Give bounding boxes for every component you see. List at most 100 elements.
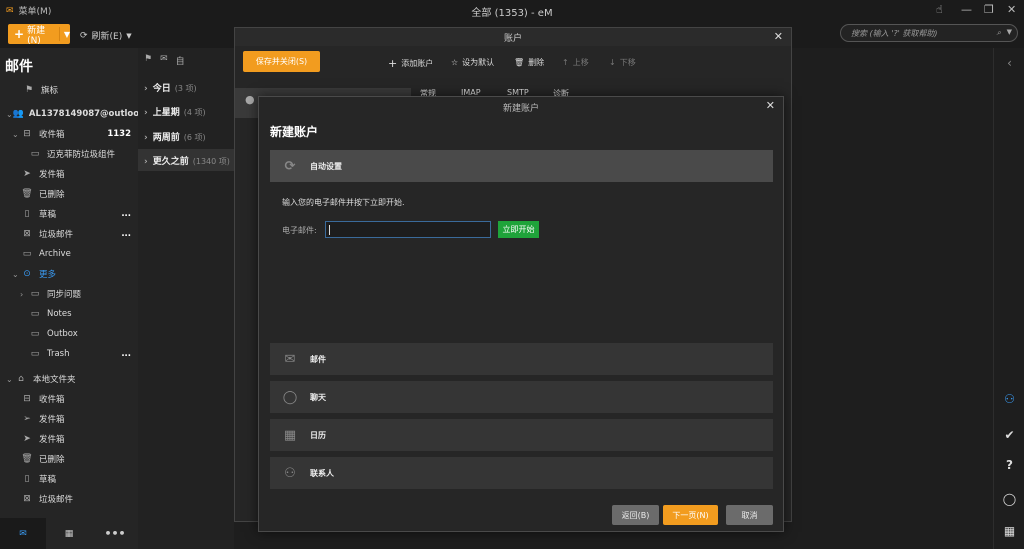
sidebar-item-drafts[interactable]: ▯ 草稿 ... xyxy=(0,204,138,224)
more-options-icon[interactable]: ... xyxy=(121,209,131,219)
group-last-week[interactable]: › 上星期 (4 项) xyxy=(144,105,206,118)
chevron-right-icon[interactable]: › xyxy=(20,290,28,299)
save-close-button[interactable]: 保存并关闭(S) xyxy=(243,51,320,72)
flag-icon: ⚑ xyxy=(24,85,34,95)
sidebar-item-junk[interactable]: ⊠ 垃圾邮件 ... xyxy=(0,224,138,244)
chevron-right-icon[interactable]: › xyxy=(144,157,148,167)
contact-icon[interactable]: ⚇ xyxy=(994,392,1024,406)
arrow-up-icon: ↑ xyxy=(562,58,569,67)
chevron-down-icon[interactable]: ▼ xyxy=(64,30,70,39)
chevron-down-icon[interactable]: ⌄ xyxy=(12,270,20,279)
more-options-icon[interactable]: ... xyxy=(121,349,131,359)
from-column-header[interactable]: 自 xyxy=(176,54,185,67)
sidebar-item-deleted[interactable]: 🗑 已删除 xyxy=(0,184,138,204)
envelope-column-icon[interactable]: ✉ xyxy=(160,54,168,67)
sidebar-item-local-outbox[interactable]: ➢ 发件箱 xyxy=(0,409,138,429)
email-field[interactable] xyxy=(325,221,491,238)
chat-icon[interactable]: ◯ xyxy=(994,492,1024,506)
accounts-dialog-title: 账户 xyxy=(235,28,791,46)
mail-nav-icon[interactable]: ✉ xyxy=(0,518,46,549)
sidebar-item-label: 发件箱 xyxy=(39,415,65,425)
sidebar-item-local-deleted[interactable]: 🗑 已删除 xyxy=(0,449,138,469)
chat-icon: ◯ xyxy=(282,389,298,405)
mail-icon: ✉ xyxy=(284,351,296,367)
help-icon[interactable]: ? xyxy=(994,458,1024,472)
sidebar-item-trash[interactable]: ▭ Trash ... xyxy=(0,344,138,364)
back-button[interactable]: 返回(B) xyxy=(612,505,659,525)
sidebar-item-sent[interactable]: ➤ 发件箱 xyxy=(0,164,138,184)
mail-section[interactable]: ✉ 邮件 xyxy=(270,343,773,375)
sidebar-item-label: 垃圾邮件 xyxy=(39,230,74,240)
chevron-right-icon[interactable]: › xyxy=(144,108,148,118)
chevron-down-icon[interactable]: ⌄ xyxy=(6,110,13,119)
sidebar-item-sync-issues[interactable]: › ▭ 同步问题 xyxy=(0,284,138,304)
set-default-button[interactable]: ☆ 设为默认 xyxy=(451,57,494,68)
refresh-icon: ⟳ xyxy=(284,158,296,174)
cancel-button[interactable]: 取消 xyxy=(726,505,773,525)
restore-icon[interactable]: ❐ xyxy=(984,3,994,16)
folder-icon: ▭ xyxy=(22,249,32,259)
more-options-icon[interactable]: ... xyxy=(121,229,131,239)
sidebar-item-flag[interactable]: ⚑ 旗标 xyxy=(0,80,138,100)
sidebar-item-local-junk[interactable]: ⊠ 垃圾邮件 xyxy=(0,489,138,509)
refresh-button[interactable]: ⟳ 刷新(E) ▼ xyxy=(80,29,132,43)
chevron-down-icon[interactable]: ⌄ xyxy=(12,130,20,139)
trash-icon: 🗑 xyxy=(21,454,33,464)
move-up-button[interactable]: ↑ 上移 xyxy=(562,57,589,68)
draft-icon: ▯ xyxy=(24,209,30,219)
sidebar-item-archive[interactable]: ▭ Archive xyxy=(0,244,138,264)
trash-icon: 🗑 xyxy=(514,58,525,67)
contacts-section[interactable]: ⚇ 联系人 xyxy=(270,457,773,489)
new-button-label: 新建(N) xyxy=(27,25,46,46)
calendar-icon[interactable]: ▦ xyxy=(994,524,1024,538)
calendar-section[interactable]: ▦ 日历 xyxy=(270,419,773,451)
chevron-down-icon[interactable]: ▼ xyxy=(1007,28,1012,36)
sidebar-item-local-inbox[interactable]: ⊟ 收件箱 xyxy=(0,389,138,409)
close-icon[interactable]: ✕ xyxy=(774,30,783,43)
group-two-weeks[interactable]: › 两周前 (6 项) xyxy=(144,130,206,143)
junk-icon: ⊠ xyxy=(23,494,31,504)
chevron-down-icon[interactable]: ⌄ xyxy=(6,375,14,384)
more-nav-icon[interactable]: ••• xyxy=(92,518,138,549)
folder-icon: ▭ xyxy=(30,309,40,319)
sidebar-item-more[interactable]: ⌄ ⊙ 更多 xyxy=(0,264,138,284)
sidebar-item-account[interactable]: ⌄ 👥 AL1378149087@outloo xyxy=(0,104,138,124)
touch-mode-icon[interactable]: ☝ xyxy=(936,3,943,16)
chat-section[interactable]: ◯ 聊天 xyxy=(270,381,773,413)
sidebar-item-label: 垃圾邮件 xyxy=(39,495,74,505)
send-icon: ➤ xyxy=(23,169,31,179)
chevron-left-icon[interactable]: ‹ xyxy=(994,56,1024,70)
avatar-icon: ● xyxy=(245,93,255,106)
sidebar-item-local-sent[interactable]: ➤ 发件箱 xyxy=(0,429,138,449)
start-now-button[interactable]: 立即开始 xyxy=(498,221,539,238)
chevron-right-icon[interactable]: › xyxy=(144,133,148,143)
email-label: 电子邮件: xyxy=(282,226,317,235)
calendar-nav-icon[interactable]: ▦ xyxy=(46,518,92,549)
sidebar-item-local-drafts[interactable]: ▯ 草稿 xyxy=(0,469,138,489)
send-icon: ➤ xyxy=(23,434,31,444)
group-older[interactable]: › 更久之前 (1340 项) xyxy=(144,154,230,167)
move-down-button[interactable]: ↓ 下移 xyxy=(609,57,636,68)
delete-button[interactable]: 🗑 删除 xyxy=(514,57,544,68)
sidebar-item-inbox[interactable]: ⌄ ⊟ 收件箱 1132 xyxy=(0,124,138,144)
message-list: ⚑ ✉ 自 › 今日 (3 项) › 上星期 (4 项) › 两周前 (6 项) › 更久之前… xyxy=(138,48,234,549)
chevron-right-icon[interactable]: › xyxy=(144,84,148,94)
sidebar-item-mcafee[interactable]: ▭ 迈克菲防垃圾组件 xyxy=(0,144,138,164)
sidebar-heading: 邮件 xyxy=(5,59,33,75)
star-icon: ☆ xyxy=(451,58,459,67)
next-button[interactable]: 下一页(N) xyxy=(663,505,718,525)
minimize-icon[interactable]: — xyxy=(961,3,972,16)
add-account-button[interactable]: + 添加账户 xyxy=(388,57,433,70)
sidebar-item-notes[interactable]: ▭ Notes xyxy=(0,304,138,324)
sidebar-item-outbox[interactable]: ▭ Outbox xyxy=(0,324,138,344)
search-input[interactable]: 搜索 (输入 '?' 获取帮助) ⌕ ▼ xyxy=(840,24,1018,42)
close-window-icon[interactable]: ✕ xyxy=(1007,3,1016,16)
close-icon[interactable]: ✕ xyxy=(766,99,775,112)
flag-column-icon[interactable]: ⚑ xyxy=(144,54,152,67)
new-button[interactable]: + 新建(N) ▼ xyxy=(8,24,70,46)
auto-setup-section[interactable]: ⟳ 自动设置 xyxy=(270,150,773,182)
sidebar-item-label: 草稿 xyxy=(39,210,57,220)
group-today[interactable]: › 今日 (3 项) xyxy=(144,81,197,94)
sidebar-item-local-folders[interactable]: ⌄ ⌂ 本地文件夹 xyxy=(0,369,138,389)
tasks-check-icon[interactable]: ✔ xyxy=(994,428,1024,442)
